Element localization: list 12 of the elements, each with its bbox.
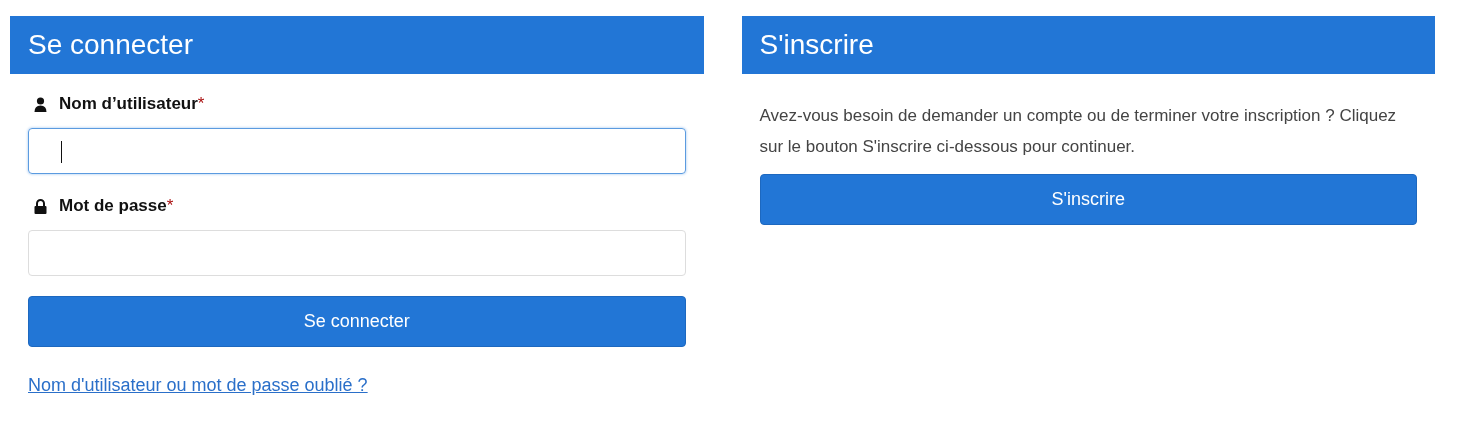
text-cursor xyxy=(61,141,62,163)
login-button[interactable]: Se connecter xyxy=(28,296,686,347)
input-field[interactable] xyxy=(28,128,686,174)
field-label: Nom d’utilisateur* xyxy=(59,94,205,114)
register-description: Avez-vous besoin de demander un compte ou de terminer votre inscription ? Cliquez sur le bouton S'inscrire ci-dessous pour continuer. xyxy=(759,105,1398,158)
panel-title: Se connecter xyxy=(28,29,193,61)
lock-icon xyxy=(34,198,47,214)
register-button[interactable]: S'inscrire xyxy=(759,174,1417,225)
user-icon xyxy=(34,96,47,112)
panel-title: S'inscrire xyxy=(759,29,874,61)
forgot-password-link[interactable]: Nom d'utilisateur ou mot de passe oublié ? xyxy=(28,375,368,396)
field-label: Mot de passe* xyxy=(59,196,174,216)
